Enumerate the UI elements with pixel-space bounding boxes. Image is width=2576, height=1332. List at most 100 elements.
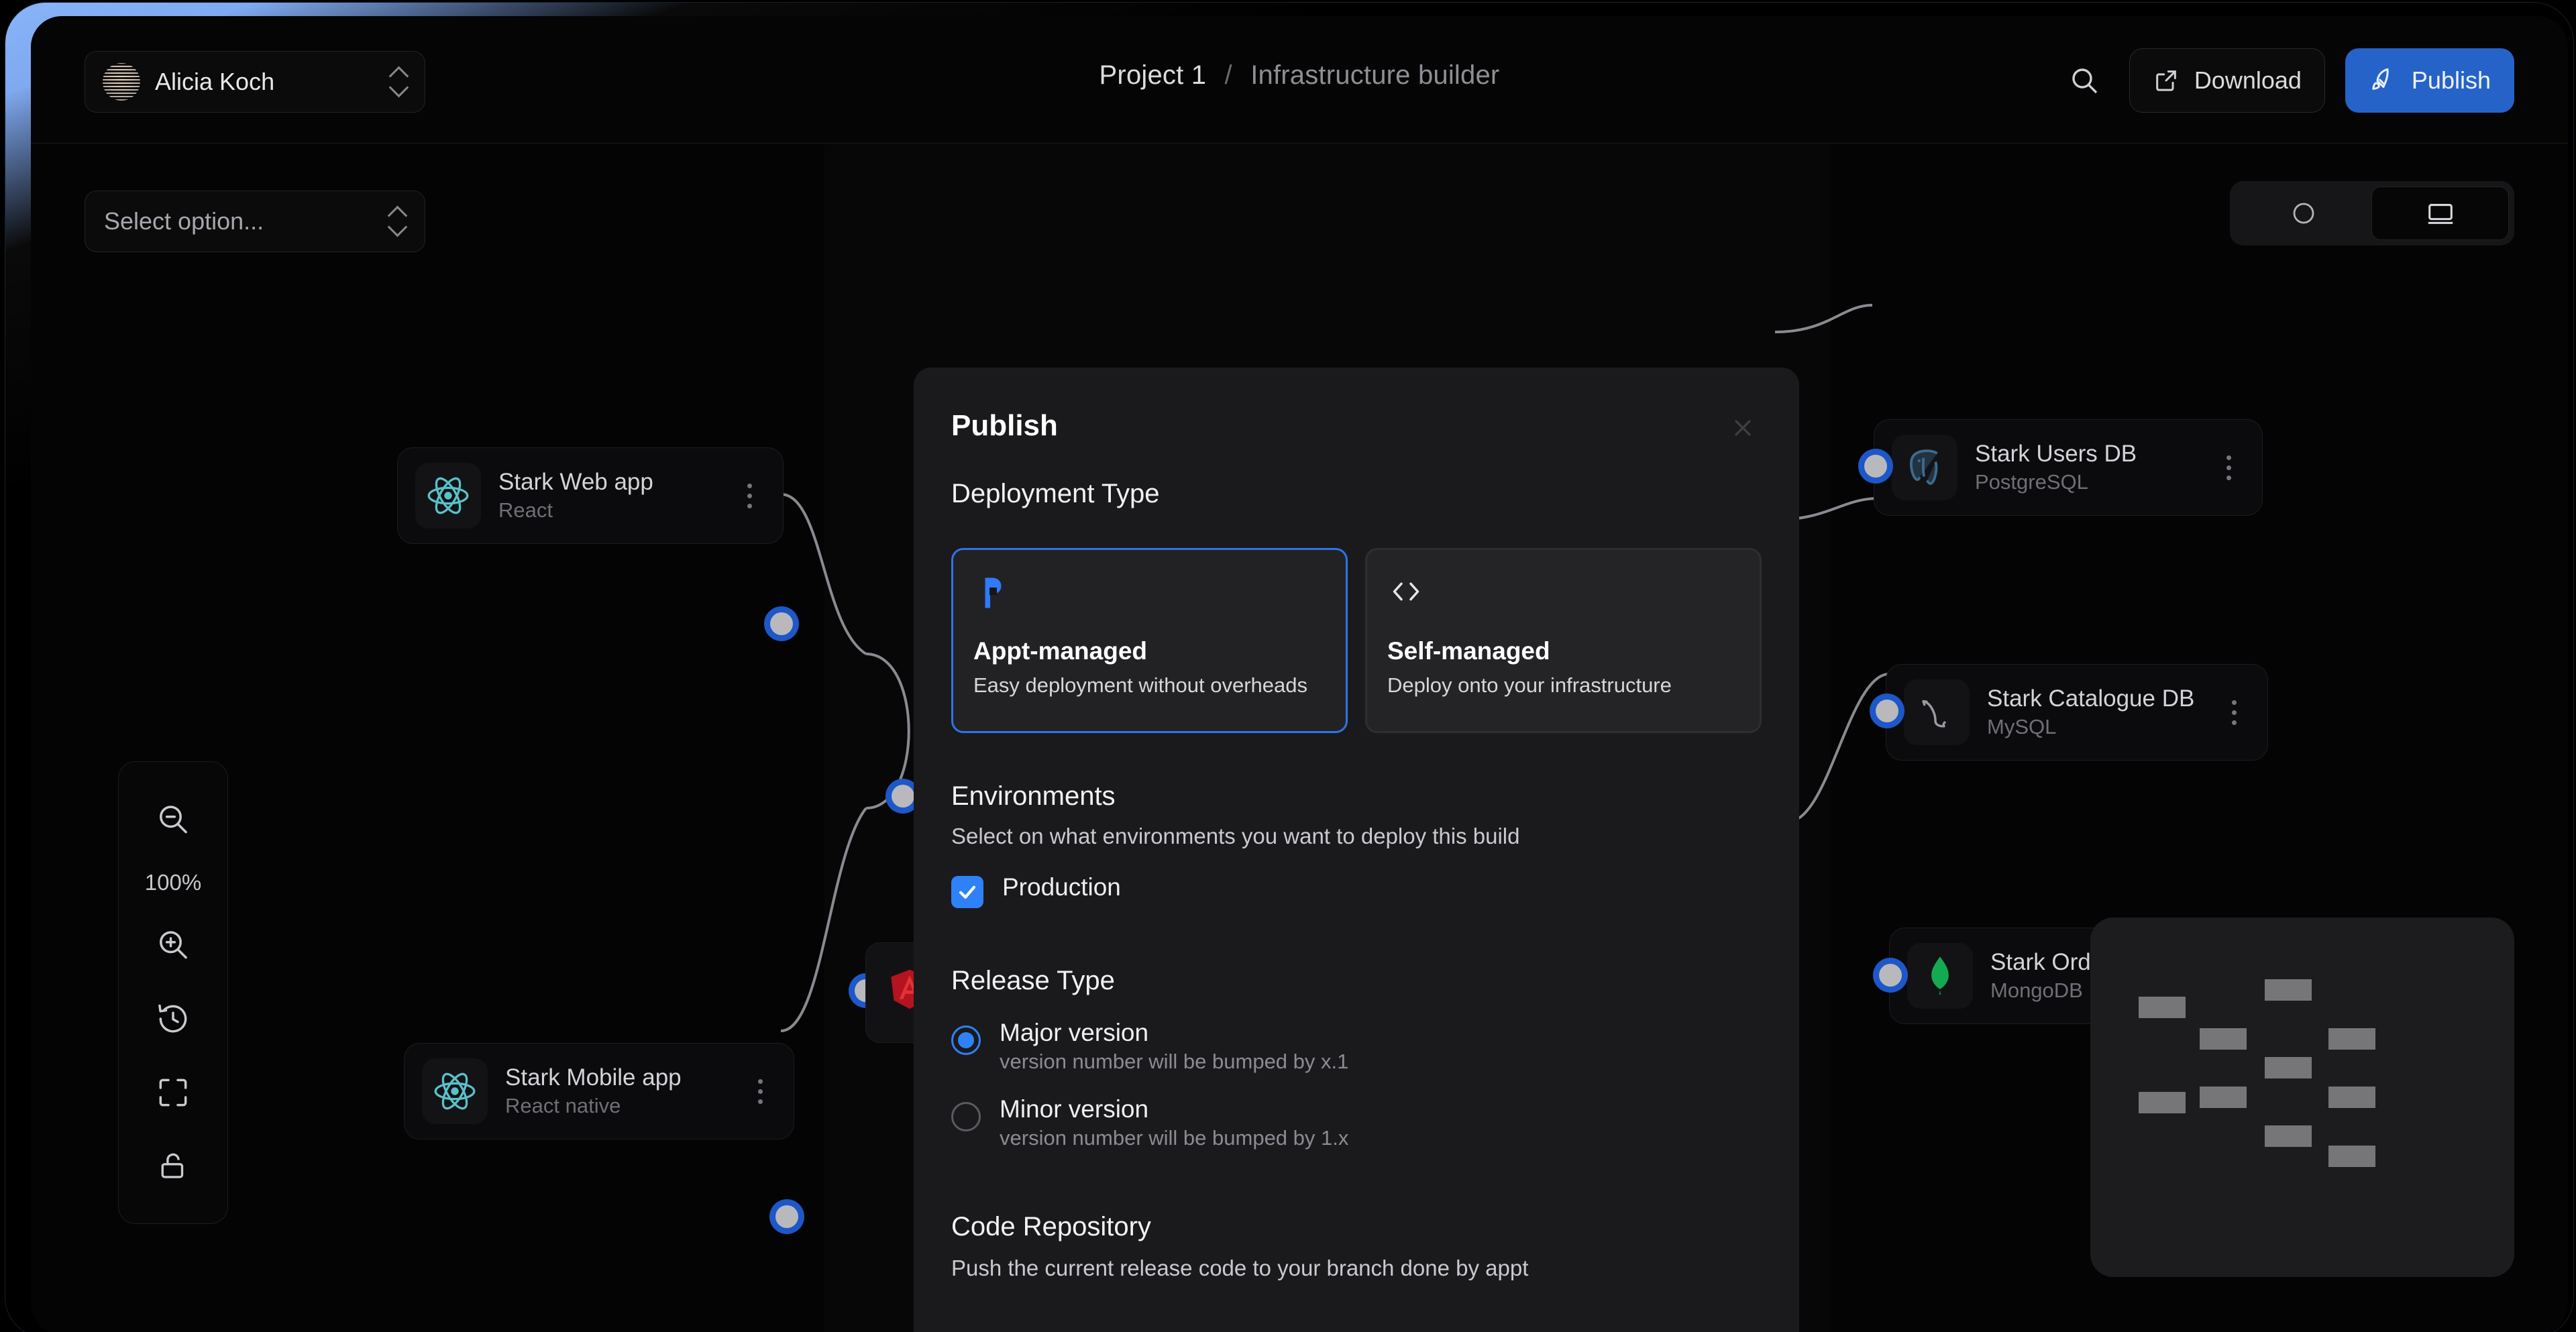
environment-label: Production [1002,873,1121,901]
publish-label-topbar: Publish [2411,66,2491,94]
node-port-users-db[interactable] [1864,455,1887,478]
rocket-icon [2372,68,2389,90]
deployment-card-self-managed[interactable]: Self-managed Deploy onto your infrastruc… [1365,548,1762,733]
node-subtitle: PostgreSQL [1975,469,2088,494]
node-port-orders-db[interactable] [1879,964,1902,987]
breadcrumb-page: Infrastructure builder [1250,60,1500,90]
close-icon [1735,420,1751,436]
release-option-label: Minor version [1000,1095,1149,1123]
release-option-desc: version number will be bumped by x.1 [1000,1050,1349,1073]
node-port-web-app[interactable] [770,612,793,635]
view-toggle-screen[interactable] [2371,186,2509,240]
publish-button-topbar[interactable]: Publish [2345,48,2514,113]
release-type-title: Release Type [951,966,1115,995]
appt-logo-icon [985,577,1002,608]
deployment-type-title: Deployment Type [951,479,1160,508]
node-title: Stark Web app [498,468,653,495]
app-frame: Alicia Koch Project 1 / Infrastructure b… [0,0,2576,1332]
release-option-major[interactable]: Major version version number will be bum… [951,1019,1762,1074]
minimap-node [2328,1028,2375,1050]
top-bar: Alicia Koch Project 1 / Infrastructure b… [31,16,2568,144]
deployment-card-appt-managed[interactable]: Appt-managed Easy deployment without ove… [951,548,1348,733]
zoom-level-label: 100% [144,869,202,895]
react-icon [427,477,469,514]
minimap-node [2328,1146,2375,1167]
deploy-card-icon [973,573,1326,637]
download-label: Download [2194,66,2302,94]
release-option-text: Major version version number will be bum… [1000,1019,1348,1074]
environment-checkbox-production[interactable]: Production [951,873,1762,908]
node-text: Stark Web app React [498,467,716,524]
modal-title: Publish [951,409,1058,442]
node-title: Stark Catalogue DB [1987,685,2195,712]
deployment-type-cards: Appt-managed Easy deployment without ove… [951,548,1762,733]
deployment-card-name: Appt-managed [973,637,1147,665]
postgresql-icon [1910,449,1938,485]
code-brackets-icon [1393,582,1419,601]
close-button[interactable] [1724,409,1762,447]
node-menu-button[interactable] [2212,444,2245,491]
minimap-node [2265,979,2312,1001]
node-menu-button[interactable] [733,472,765,519]
minimap-node [2328,1087,2375,1108]
release-option-text: Minor version version number will be bum… [1000,1095,1348,1150]
node-stark-mobile-app[interactable]: Stark Mobile app React native [404,1043,794,1140]
select-option-dropdown[interactable]: Select option... [85,190,425,252]
node-icon [422,1058,488,1124]
node-menu-button[interactable] [744,1068,776,1115]
release-option-label: Major version [1000,1019,1149,1046]
deployment-card-desc: Easy deployment without overheads [973,673,1308,697]
node-icon [1904,679,1970,745]
view-toggle-circle[interactable] [2235,186,2371,240]
publish-modal: Publish Deployment Type Appt-managed Eas… [914,368,1799,1332]
deployment-card-desc: Deploy onto your infrastructure [1387,673,1672,697]
minimap-node [2200,1028,2247,1050]
node-subtitle: React native [505,1093,621,1117]
circle-icon [2293,203,2314,224]
history-button[interactable] [133,984,213,1054]
search-button[interactable] [2059,56,2109,105]
node-stark-catalogue-db[interactable]: Stark Catalogue DB MySQL [1886,664,2268,761]
release-option-minor[interactable]: Minor version version number will be bum… [951,1095,1762,1150]
node-subtitle: React [498,498,553,522]
breadcrumb-separator: / [1224,60,1232,90]
minimap-node [2265,1125,2312,1147]
zoom-out-icon [160,806,187,834]
top-bar-actions: Download Publish [2059,48,2514,113]
zoom-out-button[interactable] [133,785,213,854]
minimap-node [2265,1057,2312,1078]
chevron-up-down-icon [388,208,406,235]
flow-canvas[interactable]: Select option... 100% Stark Web app Reac… [31,144,2568,1332]
node-subtitle: MySQL [1987,714,2057,738]
node-stark-users-db[interactable]: Stark Users DB PostgreSQL [1874,419,2263,516]
breadcrumb-project[interactable]: Project 1 [1099,60,1207,90]
unlock-icon [161,1153,184,1178]
node-icon [1892,435,1957,500]
checkbox-checked-icon[interactable] [951,876,983,908]
view-mode-toggle[interactable] [2230,181,2514,245]
node-stark-web-app[interactable]: Stark Web app React [397,447,784,544]
react-icon [434,1072,476,1110]
fit-screen-button[interactable] [133,1058,213,1127]
mysql-icon [1922,700,1946,728]
deployment-card-name: Self-managed [1387,637,1550,665]
node-port-catalogue-db[interactable] [1876,700,1898,722]
node-port-middle-upper[interactable] [892,785,914,808]
node-icon [1907,943,1973,1009]
search-icon [2072,68,2098,94]
deploy-card-icon [1387,573,1739,637]
code-repository-title: Code Repository [951,1212,1151,1241]
select-option-label: Select option... [104,207,264,235]
environments-subtitle: Select on what environments you want to … [951,824,1520,848]
download-button[interactable]: Download [2129,48,2325,113]
screen-icon [2428,204,2453,224]
radio-selected-icon[interactable] [951,1025,981,1055]
radio-unselected-icon[interactable] [951,1102,981,1131]
node-menu-button[interactable] [2218,689,2250,736]
minimap-node [2139,997,2186,1018]
canvas-minimap[interactable] [2090,918,2514,1277]
zoom-in-button[interactable] [133,910,213,980]
minimap-node [2200,1087,2247,1108]
lock-button[interactable] [133,1131,213,1201]
node-port-mobile-app[interactable] [775,1205,798,1228]
